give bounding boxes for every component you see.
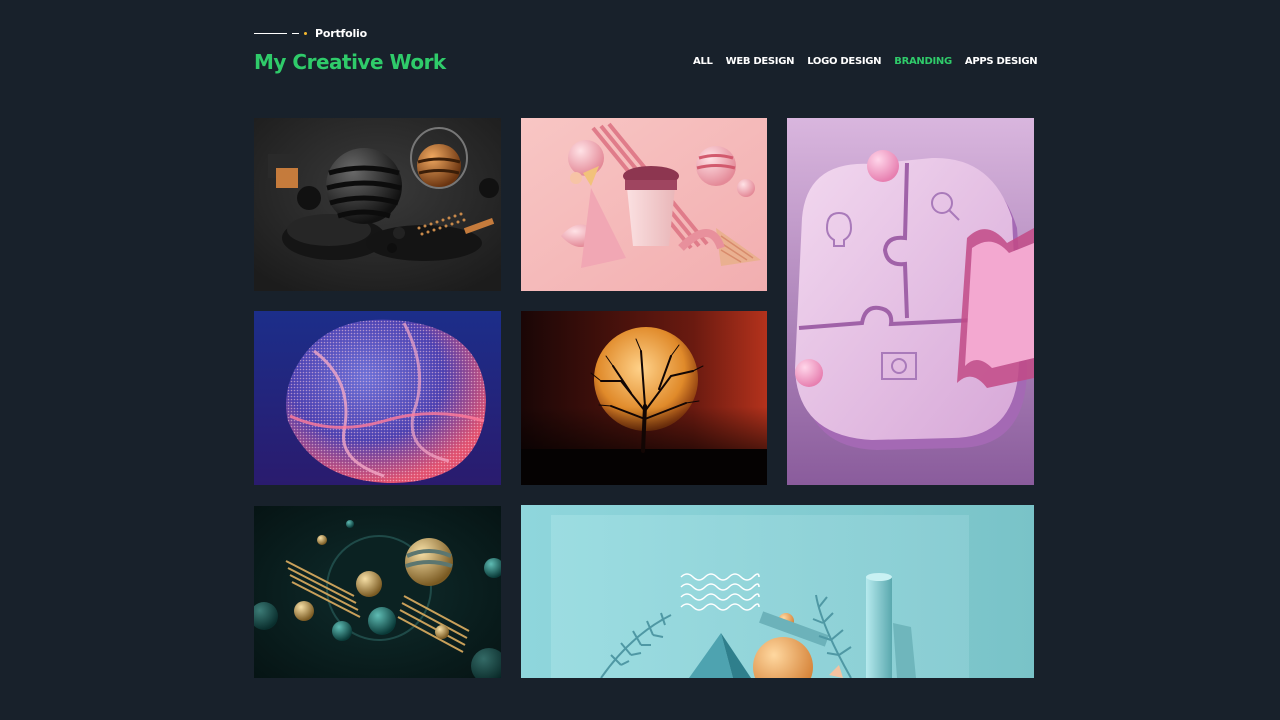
teal-gold-spheres-image bbox=[254, 506, 501, 678]
dark-3d-spheres-image bbox=[254, 118, 501, 291]
portfolio-item-mesh-sphere[interactable] bbox=[254, 311, 501, 485]
portfolio-item-puzzle[interactable] bbox=[787, 118, 1034, 485]
portfolio-item-teal-spheres[interactable] bbox=[254, 506, 501, 678]
filter-branding[interactable]: BRANDING bbox=[894, 56, 952, 67]
filter-logo-design[interactable]: LOGO DESIGN bbox=[807, 56, 881, 67]
section-eyebrow: Portfolio bbox=[254, 26, 367, 40]
eyebrow-dot bbox=[304, 31, 307, 35]
purple-puzzle-pieces-image bbox=[787, 118, 1034, 485]
section-title: My Creative Work bbox=[254, 50, 446, 74]
portfolio-item-pink-cup[interactable] bbox=[521, 118, 767, 291]
moon-tree-silhouette-image bbox=[521, 311, 767, 485]
eyebrow-line bbox=[254, 32, 287, 34]
filter-apps-design[interactable]: APPS DESIGN bbox=[965, 56, 1038, 67]
portfolio-item-moon-tree[interactable] bbox=[521, 311, 767, 485]
pink-coffee-cup-3d-image bbox=[521, 118, 767, 291]
portfolio-filters: ALL WEB DESIGN LOGO DESIGN BRANDING APPS… bbox=[693, 56, 1038, 67]
portfolio-item-aqua-geometric[interactable] bbox=[521, 505, 1034, 678]
filter-web-design[interactable]: WEB DESIGN bbox=[726, 56, 795, 67]
eyebrow-short-line bbox=[292, 32, 299, 34]
portfolio-item-dark-spheres[interactable] bbox=[254, 118, 501, 291]
section-eyebrow-label: Portfolio bbox=[315, 26, 367, 40]
aqua-geometric-palm-image bbox=[521, 505, 1034, 678]
filter-all[interactable]: ALL bbox=[693, 56, 713, 67]
mesh-sphere-wave-image bbox=[254, 311, 501, 485]
